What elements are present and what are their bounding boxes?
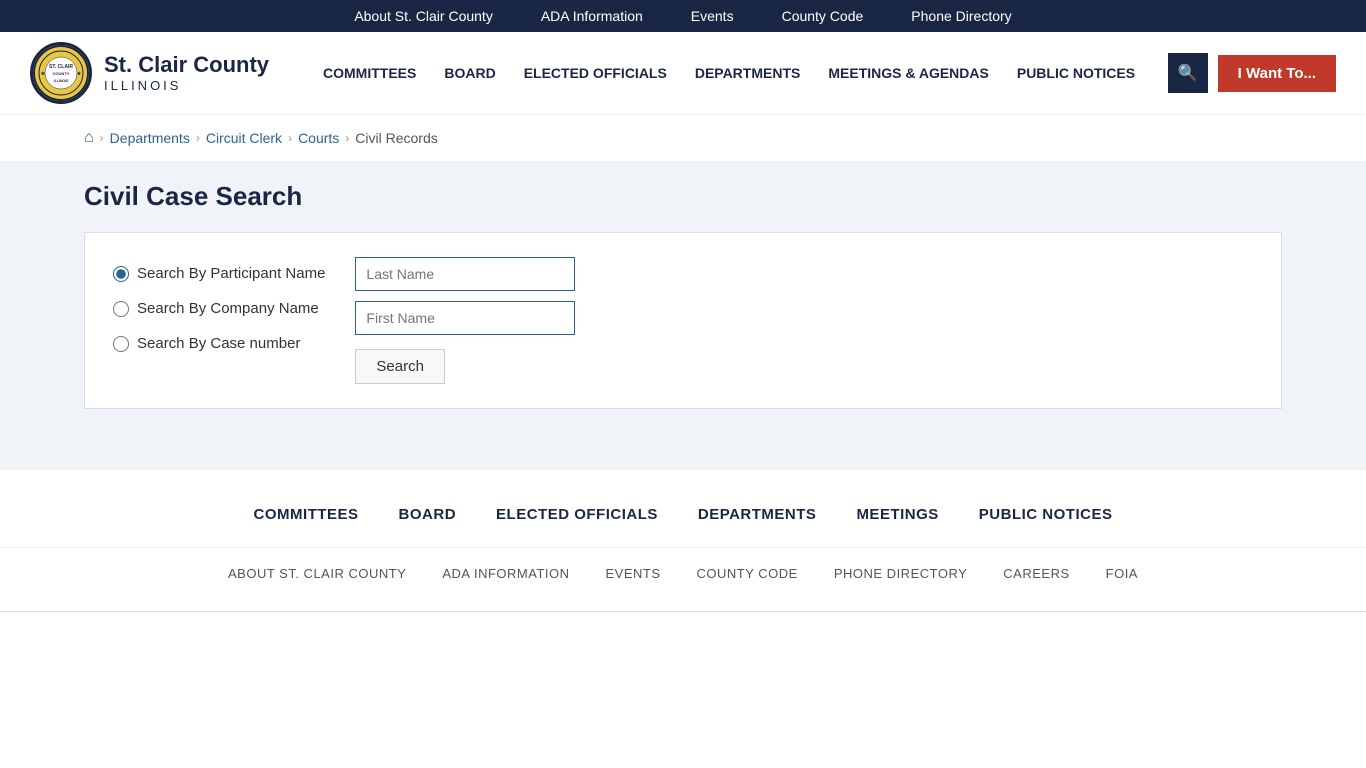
top-bar: About St. Clair County ADA Information E… <box>0 0 1366 32</box>
radio-case-number[interactable] <box>113 336 129 352</box>
logo-text: St. Clair County ILLINOIS <box>104 52 269 94</box>
breadcrumb-circuit-clerk[interactable]: Circuit Clerk <box>206 130 282 146</box>
footer-events[interactable]: EVENTS <box>606 566 661 581</box>
breadcrumb-current: Civil Records <box>355 130 437 146</box>
footer-committees[interactable]: COMMITTEES <box>254 506 359 523</box>
search-form-fields: Search <box>355 257 575 384</box>
footer-foia[interactable]: FOIA <box>1106 566 1138 581</box>
radio-participant[interactable] <box>113 266 129 282</box>
radio-participant-label[interactable]: Search By Participant Name <box>113 265 325 282</box>
breadcrumb-sep-1: › <box>196 131 200 145</box>
nav-meetings-agendas[interactable]: MEETINGS & AGENDAS <box>814 57 1003 89</box>
logo-link[interactable]: ST. CLAIR COUNTY ILLINOIS ★ ★ St. Clair … <box>30 42 269 104</box>
nav-public-notices[interactable]: PUBLIC NOTICES <box>1003 57 1149 89</box>
nav-departments[interactable]: DEPARTMENTS <box>681 57 815 89</box>
breadcrumb-sep-2: › <box>288 131 292 145</box>
svg-text:ILLINOIS: ILLINOIS <box>54 79 69 83</box>
breadcrumb-home[interactable]: ⌂ <box>84 129 94 147</box>
topbar-events[interactable]: Events <box>691 8 734 24</box>
topbar-county-code[interactable]: County Code <box>782 8 864 24</box>
breadcrumb: ⌂ › Departments › Circuit Clerk › Courts… <box>84 129 1282 147</box>
nav-committees[interactable]: COMMITTEES <box>309 57 430 89</box>
footer-nav-top: COMMITTEES BOARD ELECTED OFFICIALS DEPAR… <box>0 469 1366 547</box>
radio-company[interactable] <box>113 301 129 317</box>
main-nav: COMMITTEES BOARD ELECTED OFFICIALS DEPAR… <box>309 57 1168 89</box>
state-name: ILLINOIS <box>104 78 269 94</box>
footer-ada[interactable]: ADA INFORMATION <box>442 566 569 581</box>
topbar-phone-directory[interactable]: Phone Directory <box>911 8 1011 24</box>
footer-county-code[interactable]: COUNTY CODE <box>697 566 798 581</box>
radio-case-number-text: Search By Case number <box>137 335 300 352</box>
header: ST. CLAIR COUNTY ILLINOIS ★ ★ St. Clair … <box>0 32 1366 115</box>
breadcrumb-sep-3: › <box>345 131 349 145</box>
county-name: St. Clair County <box>104 52 269 78</box>
topbar-ada[interactable]: ADA Information <box>541 8 643 24</box>
breadcrumb-section: ⌂ › Departments › Circuit Clerk › Courts… <box>0 115 1366 161</box>
search-button[interactable]: Search <box>355 349 445 384</box>
logo-seal: ST. CLAIR COUNTY ILLINOIS ★ ★ <box>30 42 92 104</box>
radio-company-text: Search By Company Name <box>137 300 319 317</box>
radio-company-label[interactable]: Search By Company Name <box>113 300 325 317</box>
nav-elected-officials[interactable]: ELECTED OFFICIALS <box>510 57 681 89</box>
footer-public-notices[interactable]: PUBLIC NOTICES <box>979 506 1113 523</box>
svg-text:★: ★ <box>41 71 46 77</box>
footer-nav-bottom: ABOUT ST. CLAIR COUNTY ADA INFORMATION E… <box>0 547 1366 611</box>
breadcrumb-departments[interactable]: Departments <box>110 130 190 146</box>
footer-departments[interactable]: DEPARTMENTS <box>698 506 817 523</box>
i-want-to-button[interactable]: I Want To... <box>1218 55 1336 92</box>
breadcrumb-sep-0: › <box>100 131 104 145</box>
search-toggle-button[interactable]: 🔍 <box>1168 53 1208 93</box>
civil-case-search-box: Search By Participant Name Search By Com… <box>84 232 1282 409</box>
footer-phone-directory[interactable]: PHONE DIRECTORY <box>834 566 967 581</box>
search-radio-group: Search By Participant Name Search By Com… <box>113 257 325 352</box>
footer-meetings[interactable]: MEETINGS <box>856 506 938 523</box>
footer-about[interactable]: ABOUT ST. CLAIR COUNTY <box>228 566 406 581</box>
svg-text:★: ★ <box>77 71 82 77</box>
nav-board[interactable]: BOARD <box>430 57 509 89</box>
first-name-input[interactable] <box>355 301 575 335</box>
radio-case-number-label[interactable]: Search By Case number <box>113 335 325 352</box>
radio-participant-text: Search By Participant Name <box>137 265 325 282</box>
topbar-about[interactable]: About St. Clair County <box>354 8 493 24</box>
footer-bottom-bar <box>0 611 1366 636</box>
last-name-input[interactable] <box>355 257 575 291</box>
header-actions: 🔍 I Want To... <box>1168 53 1336 93</box>
svg-text:ST. CLAIR: ST. CLAIR <box>49 64 73 70</box>
search-icon: 🔍 <box>1178 63 1198 83</box>
svg-text:COUNTY: COUNTY <box>53 71 70 76</box>
page-title: Civil Case Search <box>84 181 1282 212</box>
main-content: Civil Case Search Search By Participant … <box>0 161 1366 469</box>
breadcrumb-courts[interactable]: Courts <box>298 130 339 146</box>
footer-board[interactable]: BOARD <box>399 506 457 523</box>
footer-careers[interactable]: CAREERS <box>1003 566 1069 581</box>
footer-elected-officials[interactable]: ELECTED OFFICIALS <box>496 506 658 523</box>
